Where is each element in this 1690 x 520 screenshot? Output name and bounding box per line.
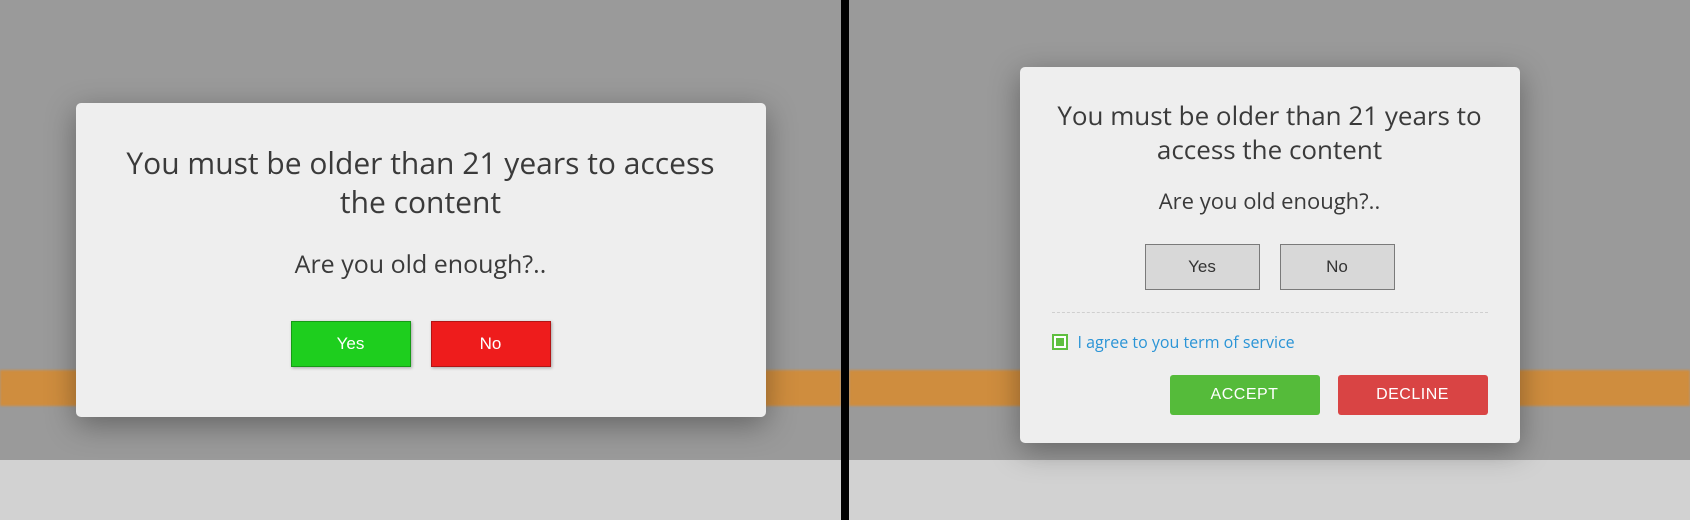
dialog-question: Are you old enough?..: [126, 247, 716, 281]
terms-row: I agree to you term of service: [1052, 312, 1488, 353]
variant-a-pane: You must be older than 21 years to acces…: [0, 0, 841, 520]
no-button[interactable]: No: [431, 321, 551, 367]
no-button[interactable]: No: [1280, 244, 1395, 290]
dialog-title: You must be older than 21 years to acces…: [126, 143, 716, 221]
terms-checkbox[interactable]: [1052, 334, 1068, 350]
dialog-title: You must be older than 21 years to acces…: [1052, 99, 1488, 167]
yes-button[interactable]: Yes: [291, 321, 411, 367]
age-verification-dialog: You must be older than 21 years to acces…: [1020, 67, 1520, 444]
terms-link[interactable]: I agree to you term of service: [1078, 331, 1295, 353]
accept-button[interactable]: ACCEPT: [1170, 375, 1320, 415]
yes-button[interactable]: Yes: [1145, 244, 1260, 290]
dialog-question: Are you old enough?..: [1052, 186, 1488, 216]
split-divider: [841, 0, 849, 520]
decline-button[interactable]: DECLINE: [1338, 375, 1488, 415]
button-row: Yes No: [1052, 244, 1488, 290]
age-verification-dialog: You must be older than 21 years to acces…: [76, 103, 766, 417]
check-icon: [1056, 338, 1064, 346]
footer-row: ACCEPT DECLINE: [1052, 375, 1488, 415]
variant-b-pane: You must be older than 21 years to acces…: [849, 0, 1690, 520]
button-row: Yes No: [126, 321, 716, 367]
